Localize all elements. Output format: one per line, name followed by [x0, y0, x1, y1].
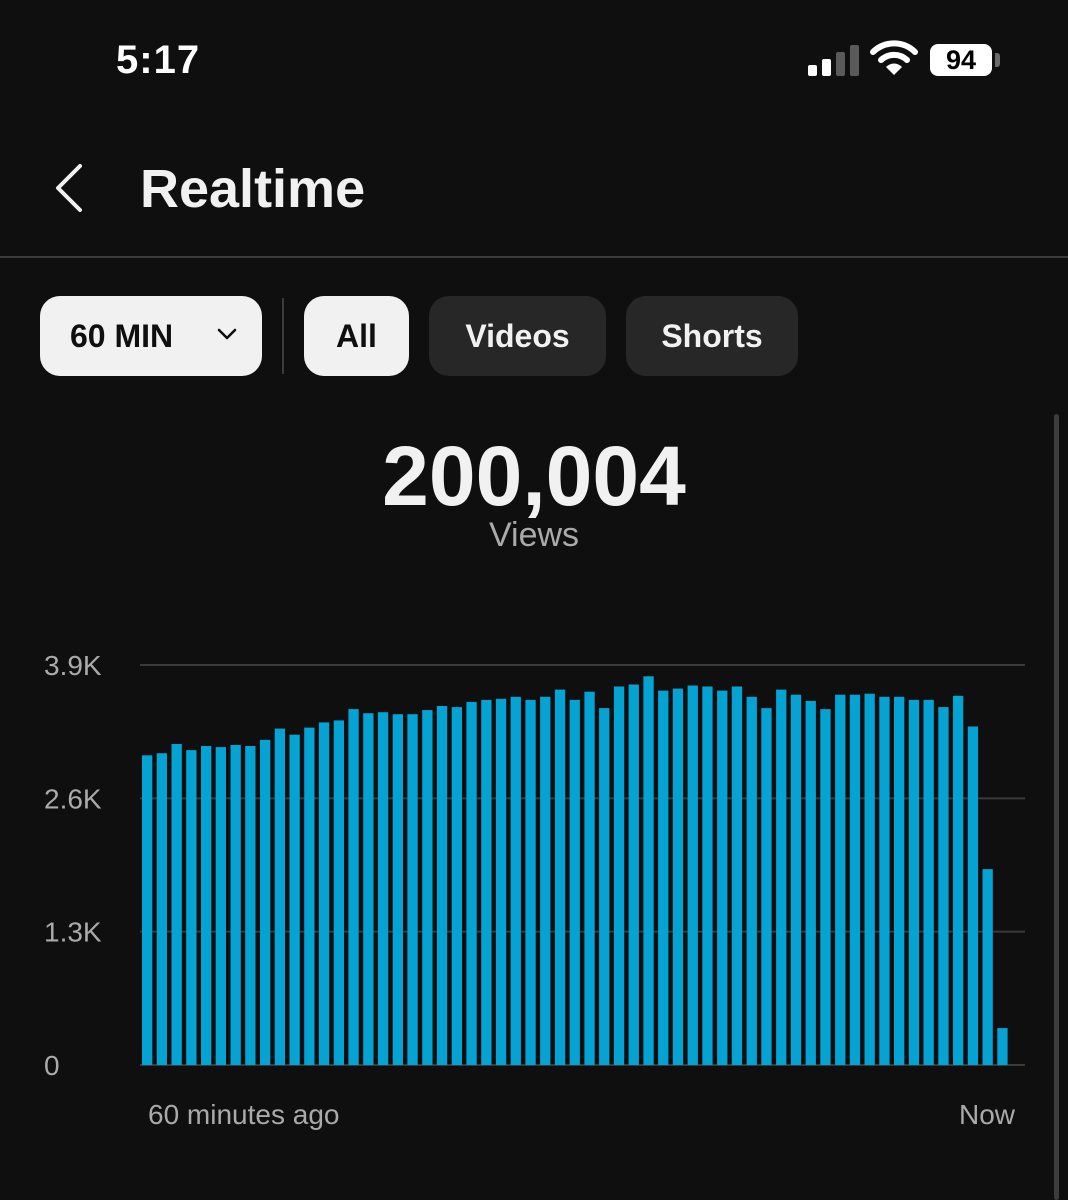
chart-bar [318, 722, 330, 1065]
chart-bar [215, 747, 226, 1065]
chart-bar [835, 694, 846, 1065]
chart-bar [392, 714, 403, 1065]
chart-bar [510, 696, 521, 1065]
chart-bar [466, 701, 477, 1065]
chart-bar [967, 726, 979, 1065]
chart-bar [584, 691, 595, 1065]
period-dropdown[interactable]: 60 MIN [40, 296, 262, 376]
chart-bar [702, 686, 713, 1065]
filter-chips: 60 MIN All Videos Shorts [0, 296, 1068, 378]
chart-bar [142, 755, 153, 1065]
header: Realtime [0, 120, 1068, 258]
chart-bar [186, 750, 197, 1065]
chart-bar [230, 745, 241, 1065]
chart-bar [643, 676, 654, 1065]
chart-bar [436, 706, 448, 1065]
y-tick-label: 2.6K [44, 783, 102, 814]
battery-cap [995, 53, 1000, 67]
chip-shorts[interactable]: Shorts [626, 296, 798, 376]
x-end-label: Now [959, 1099, 1016, 1130]
chart-bar [481, 699, 492, 1065]
chart-bar [274, 728, 285, 1065]
chart-bar [495, 698, 507, 1065]
chart-bar [377, 712, 389, 1065]
chip-videos[interactable]: Videos [429, 296, 606, 376]
chart-bar [790, 694, 802, 1065]
chart-bar [864, 693, 875, 1065]
page-title: Realtime [140, 159, 366, 219]
chart-bar [540, 696, 551, 1065]
chart-bar [731, 686, 743, 1065]
chart-bar [746, 696, 757, 1065]
chevron-down-icon [217, 328, 237, 340]
chart-bar [156, 753, 167, 1065]
chevron-left-icon[interactable] [48, 162, 92, 214]
battery-icon: 94 [930, 44, 992, 76]
chart-bar [820, 709, 831, 1065]
chart-bar [672, 688, 684, 1065]
battery-level: 94 [945, 45, 977, 75]
chart-bar [304, 727, 315, 1065]
chart-bar [171, 744, 182, 1065]
x-start-label: 60 minutes ago [148, 1099, 339, 1130]
chart-bar [658, 690, 669, 1065]
chart-bar [938, 707, 949, 1065]
y-tick-label: 0 [44, 1050, 60, 1081]
chart-bar [776, 689, 787, 1065]
status-time: 5:17 [116, 38, 201, 82]
chart-bar [599, 708, 610, 1065]
chart-bar [894, 696, 905, 1065]
chart-bar [569, 699, 580, 1065]
chart-bar [363, 713, 374, 1065]
chip-divider [282, 298, 284, 374]
chart-bar [451, 707, 462, 1065]
chart-bar [348, 709, 359, 1065]
chart-bar [613, 686, 625, 1065]
chart-bar [289, 734, 300, 1065]
chart-bar [554, 689, 566, 1065]
chart-bar [333, 720, 344, 1065]
chart-bar [923, 699, 934, 1065]
chart-bar [260, 739, 271, 1065]
chart-bar [717, 690, 728, 1065]
chart-bar [201, 746, 212, 1065]
y-tick-label: 3.9K [44, 650, 102, 681]
chart-bar [525, 699, 536, 1065]
chart-bar [628, 684, 639, 1065]
chart-bar [761, 708, 772, 1065]
chart-bar [805, 700, 816, 1065]
chart-bar [422, 710, 433, 1065]
y-tick-label: 1.3K [44, 917, 102, 948]
chart-bar [849, 694, 861, 1065]
chart-bar [687, 685, 698, 1065]
chart-bar [407, 714, 418, 1065]
views-bar-chart: 3.9K 2.6K 1.3K 0 60 minutes ago Now [44, 650, 1025, 1130]
chart-bar [245, 746, 256, 1065]
views-total: 200,004 [382, 429, 686, 523]
chart-bar [953, 695, 964, 1065]
chart-bar [879, 696, 890, 1065]
chart-bar [908, 699, 920, 1065]
status-bar: 5:17 94 [0, 0, 1068, 120]
chip-all[interactable]: All [304, 296, 409, 376]
chart-bar [982, 869, 993, 1065]
wifi-icon [870, 40, 918, 75]
views-label: Views [488, 516, 580, 554]
cellular-signal-icon [808, 44, 860, 76]
chart-bar [997, 1028, 1008, 1065]
period-label: 60 MIN [70, 318, 174, 354]
